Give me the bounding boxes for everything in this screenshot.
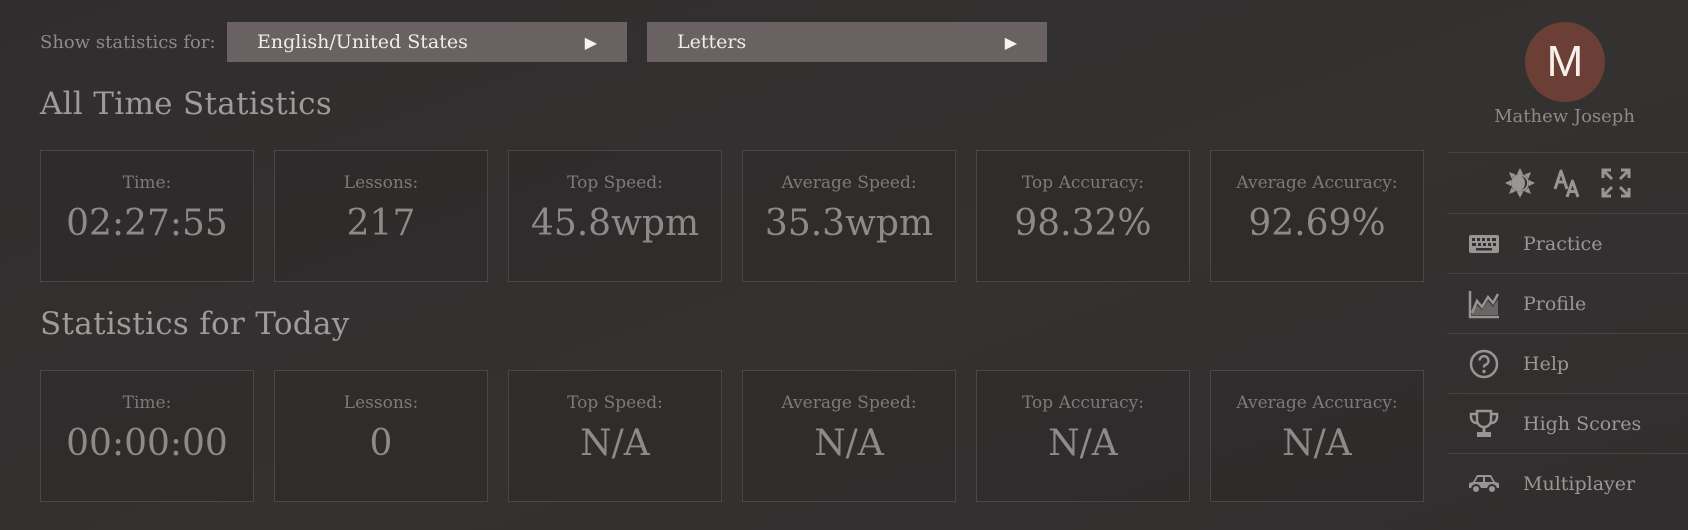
car-icon (1467, 467, 1501, 501)
today-stats: Time: 00:00:00 Lessons: 0 Top Speed: N/A… (40, 370, 1424, 502)
stat-label: Top Speed: (567, 173, 663, 193)
nav-label: High Scores (1523, 412, 1642, 435)
play-arrow-icon: ▶ (1004, 32, 1017, 52)
stat-card-time: Time: 02:27:55 (40, 150, 254, 282)
all-time-stats: Time: 02:27:55 Lessons: 217 Top Speed: 4… (40, 150, 1424, 282)
stat-value: N/A (580, 423, 650, 464)
stat-card-lessons: Lessons: 217 (274, 150, 488, 282)
nav-label: Multiplayer (1523, 472, 1636, 495)
language-select[interactable]: English/United States ▶ (227, 22, 627, 62)
language-select-value: English/United States (257, 31, 468, 53)
stat-value: N/A (1282, 423, 1352, 464)
stat-card-lessons: Lessons: 0 (274, 370, 488, 502)
stat-card-average-accuracy: Average Accuracy: 92.69% (1210, 150, 1424, 282)
help-icon (1467, 347, 1501, 381)
nav-menu: Practice Profile Help High Scores Multip… (1447, 213, 1688, 513)
nav-help[interactable]: Help (1447, 333, 1688, 393)
toolbar (1447, 152, 1688, 213)
stat-value: 217 (346, 203, 416, 244)
stat-label: Average Accuracy: (1236, 393, 1398, 413)
stat-value: 00:00:00 (66, 423, 228, 464)
stat-label: Average Accuracy: (1236, 173, 1398, 193)
nav-high-scores[interactable]: High Scores (1447, 393, 1688, 453)
stat-card-top-speed: Top Speed: 45.8wpm (508, 150, 722, 282)
stat-label: Average Speed: (781, 173, 917, 193)
stat-card-average-accuracy: Average Accuracy: N/A (1210, 370, 1424, 502)
nav-label: Practice (1523, 232, 1603, 255)
stat-value: 98.32% (1014, 203, 1152, 244)
stat-card-top-accuracy: Top Accuracy: N/A (976, 370, 1190, 502)
mode-select[interactable]: Letters ▶ (647, 22, 1047, 62)
stat-card-top-speed: Top Speed: N/A (508, 370, 722, 502)
stat-label: Top Accuracy: (1022, 173, 1144, 193)
user-name[interactable]: Mathew Joseph (1447, 106, 1682, 127)
stat-label: Top Accuracy: (1022, 393, 1144, 413)
keyboard-icon (1467, 227, 1501, 261)
filter-label: Show statistics for: (40, 31, 216, 53)
chart-icon (1467, 287, 1501, 321)
trophy-icon (1467, 407, 1501, 441)
stat-value: 35.3wpm (764, 203, 934, 244)
all-time-title: All Time Statistics (40, 86, 333, 122)
nav-profile[interactable]: Profile (1447, 273, 1688, 333)
stat-label: Time: (122, 173, 172, 193)
nav-practice[interactable]: Practice (1447, 213, 1688, 273)
stat-value: 92.69% (1248, 203, 1386, 244)
brightness-icon[interactable] (1502, 165, 1538, 201)
font-size-icon[interactable] (1550, 165, 1586, 201)
stat-label: Top Speed: (567, 393, 663, 413)
stat-value: 0 (369, 423, 393, 464)
play-arrow-icon: ▶ (584, 32, 597, 52)
nav-label: Profile (1523, 292, 1587, 315)
avatar-initial: M (1546, 37, 1584, 86)
stat-card-time: Time: 00:00:00 (40, 370, 254, 502)
stat-value: 02:27:55 (66, 203, 228, 244)
fullscreen-icon[interactable] (1598, 165, 1634, 201)
nav-multiplayer[interactable]: Multiplayer (1447, 453, 1688, 513)
stat-label: Average Speed: (781, 393, 917, 413)
stat-value: 45.8wpm (530, 203, 700, 244)
stat-card-average-speed: Average Speed: N/A (742, 370, 956, 502)
sidebar: M Mathew Joseph Practice Profile Help Hi… (1447, 0, 1688, 530)
stat-card-average-speed: Average Speed: 35.3wpm (742, 150, 956, 282)
stat-value: N/A (1048, 423, 1118, 464)
stat-label: Lessons: (343, 393, 419, 413)
mode-select-value: Letters (677, 31, 747, 53)
avatar[interactable]: M (1525, 22, 1605, 102)
nav-label: Help (1523, 352, 1570, 375)
stat-label: Lessons: (343, 173, 419, 193)
stat-card-top-accuracy: Top Accuracy: 98.32% (976, 150, 1190, 282)
stat-label: Time: (122, 393, 172, 413)
filter-row: Show statistics for: English/United Stat… (40, 22, 1067, 62)
stat-value: N/A (814, 423, 884, 464)
today-title: Statistics for Today (40, 306, 350, 342)
